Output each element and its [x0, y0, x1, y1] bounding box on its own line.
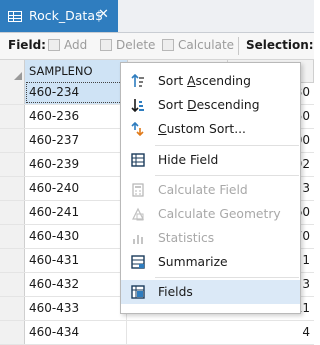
menu-item-custom-sort[interactable]: Custom Sort... — [121, 117, 300, 141]
cell-sampleno[interactable]: 460-240 — [25, 177, 127, 200]
statistics-icon — [133, 235, 143, 244]
field-toolbar: Field: Add Delete Calculate Selection: — [0, 33, 314, 60]
fields-icon — [131, 285, 145, 299]
cell-sampleno[interactable]: 460-432 — [25, 273, 127, 296]
toolbar-divider — [238, 37, 239, 55]
cell-sampleno[interactable]: 460-236 — [25, 105, 127, 128]
add-icon — [48, 39, 60, 51]
calculate-field-button[interactable]: Calculate — [162, 38, 234, 52]
menu-item-sort-descending[interactable]: Sort Descending — [121, 93, 300, 117]
menu-item-summarize[interactable]: Summarize — [121, 250, 300, 274]
sort-ascending-icon — [131, 74, 144, 87]
menu-item-fields[interactable]: Fields — [121, 280, 300, 304]
row-selector[interactable] — [0, 297, 25, 320]
hide-field-label: Hide Field — [158, 153, 219, 167]
menu-separator — [155, 175, 299, 176]
row-selector[interactable] — [0, 105, 25, 128]
menu-item-hide-field[interactable]: Hide Field — [121, 148, 300, 172]
summarize-label: Summarize — [158, 255, 228, 269]
sort-descending-accel: D — [187, 98, 197, 112]
select-all-corner[interactable] — [0, 60, 25, 82]
table-row[interactable]: 460-434 4 — [0, 321, 314, 345]
hide-field-icon — [131, 153, 145, 167]
menu-separator — [155, 277, 299, 278]
fields-label: Fields — [158, 285, 193, 299]
calculator-icon — [132, 183, 144, 197]
sort-ascending-accel: A — [187, 74, 196, 88]
row-selector[interactable] — [0, 201, 25, 224]
menu-item-sort-ascending[interactable]: Sort Ascending — [121, 69, 300, 93]
row-selector[interactable] — [0, 225, 25, 248]
cell-sampleno[interactable]: 460-241 — [25, 201, 127, 224]
column-header-sampleno[interactable]: SAMPLENO — [25, 60, 128, 82]
row-selector[interactable] — [0, 249, 25, 272]
summarize-icon — [131, 255, 145, 269]
column-context-menu: Sort Ascending Sort Descending Custom So… — [120, 62, 301, 314]
tab-title: Rock_Data$ — [29, 8, 103, 23]
delete-field-button[interactable]: Delete — [100, 38, 155, 52]
cell-sampleno[interactable]: 460-431 — [25, 249, 127, 272]
sort-descending-prefix: Sort — [158, 98, 188, 112]
row-selector[interactable] — [0, 153, 25, 176]
sort-descending-suffix: escending — [196, 98, 260, 112]
add-field-button[interactable]: Add — [48, 38, 87, 52]
statistics-label: Statistics — [158, 231, 215, 245]
calculate-field-label: Calculate Field — [158, 183, 248, 197]
custom-sort-suffix: ustom Sort... — [166, 122, 246, 136]
custom-sort-accel: C — [158, 122, 167, 136]
sort-ascending-suffix: scending — [195, 74, 251, 88]
cell-sampleno[interactable]: 460-434 — [25, 321, 127, 344]
calculate-geometry-icon — [132, 207, 144, 221]
delete-icon — [100, 39, 112, 51]
sort-descending-icon — [131, 99, 144, 112]
cell-sampleno[interactable]: 460-237 — [25, 129, 127, 152]
row-selector[interactable] — [0, 273, 25, 296]
row-selector[interactable] — [0, 81, 25, 104]
calculate-geometry-label: Calculate Geometry — [158, 207, 281, 221]
row-selector[interactable] — [0, 129, 25, 152]
menu-item-calculate-field[interactable]: Calculate Field — [121, 178, 300, 202]
field-label: Field: — [8, 38, 46, 52]
cell-sampleno[interactable]: 460-239 — [25, 153, 127, 176]
cell-sampleno[interactable]: 460-433 — [25, 297, 127, 320]
cell-sampleno[interactable]: 460-430 — [25, 225, 127, 248]
tab-rock-data[interactable]: Rock_Data$ ✕ — [0, 0, 118, 32]
row-selector[interactable] — [0, 321, 25, 344]
close-icon[interactable]: ✕ — [98, 7, 109, 22]
menu-separator — [155, 145, 299, 146]
calculator-icon — [162, 39, 174, 51]
sort-ascending-prefix: Sort — [158, 74, 188, 88]
custom-sort-icon — [131, 122, 144, 136]
selection-label: Selection: — [246, 38, 314, 52]
row-selector[interactable] — [0, 177, 25, 200]
table-icon — [8, 11, 22, 22]
menu-item-calculate-geometry[interactable]: Calculate Geometry — [121, 202, 300, 226]
cell-value[interactable]: 4 — [128, 321, 314, 344]
menu-item-statistics[interactable]: Statistics — [121, 226, 300, 250]
cell-sampleno[interactable]: 460-234 — [25, 81, 127, 104]
tab-bar: Rock_Data$ ✕ — [0, 0, 314, 33]
